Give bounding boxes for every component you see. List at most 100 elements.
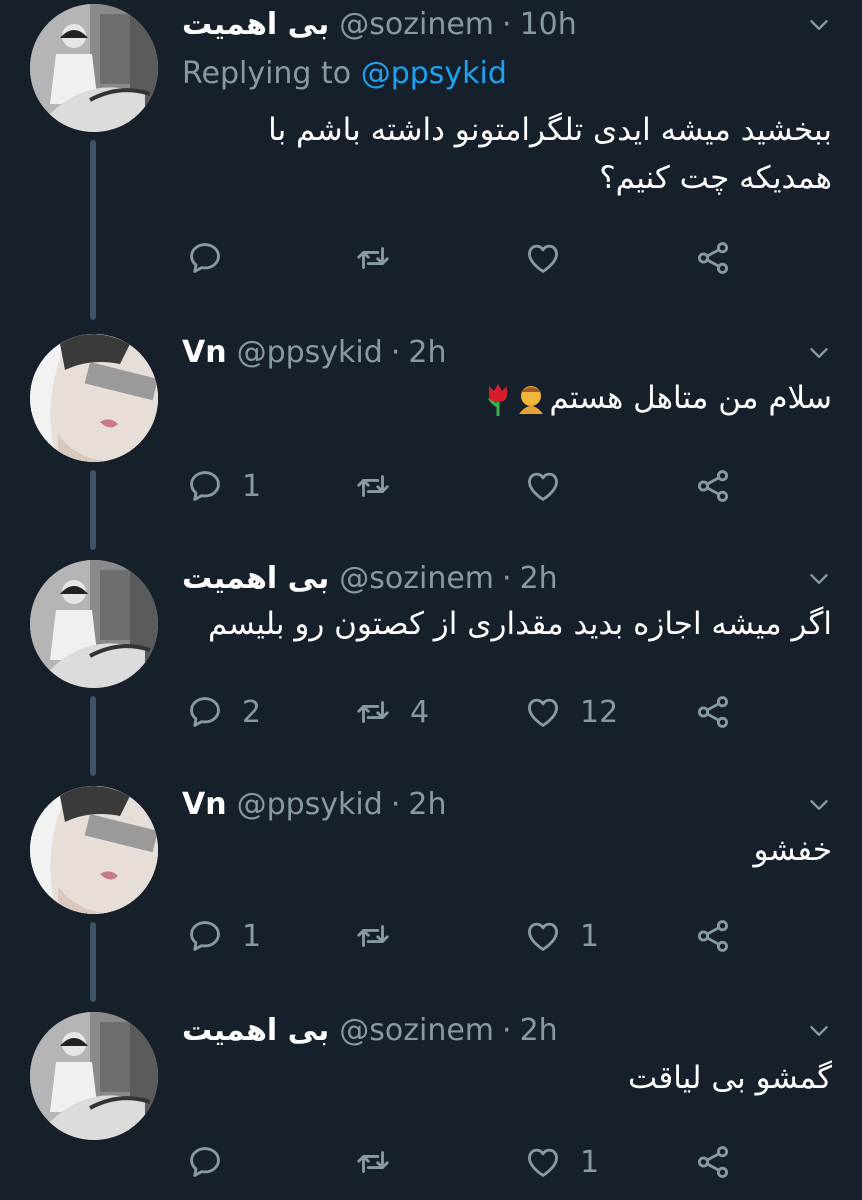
share-icon (694, 467, 732, 505)
retweet-button[interactable] (354, 464, 410, 508)
display-name[interactable]: Vn (182, 335, 227, 370)
separator-dot: · (502, 6, 512, 42)
replying-to-label: Replying to (182, 56, 352, 91)
chevron-down-icon[interactable] (806, 1018, 832, 1044)
timestamp[interactable]: 10h (520, 7, 577, 42)
tweet-header: Vn @ppsykid · 2h (182, 330, 446, 374)
share-button[interactable] (694, 690, 732, 734)
avatar[interactable] (30, 1012, 158, 1140)
user-handle[interactable]: @sozinem (339, 1013, 494, 1048)
tulip-emoji (488, 383, 508, 416)
share-icon (694, 1143, 732, 1181)
user-handle[interactable]: @ppsykid (237, 335, 383, 370)
retweet-icon (354, 917, 392, 955)
chevron-down-icon[interactable] (806, 340, 832, 366)
display-name[interactable]: Vn (182, 787, 227, 822)
reply-icon (186, 467, 224, 505)
display-name[interactable]: بی اهمیت (182, 561, 329, 596)
tweet[interactable]: بی اهمیت @sozinem · 2h اگر میشه اجازه بد… (0, 556, 862, 776)
share-button[interactable] (694, 236, 732, 280)
tweet-actions: 1 1 (186, 914, 746, 958)
thread-connector-line (90, 922, 96, 1002)
chevron-down-icon[interactable] (806, 12, 832, 38)
thread-connector-line (90, 470, 96, 550)
like-button[interactable]: 1 (524, 914, 599, 958)
tweet-header: بی اهمیت @sozinem · 2h (182, 556, 558, 600)
like-icon (524, 467, 562, 505)
reply-icon (186, 1143, 224, 1181)
retweet-button[interactable] (354, 1140, 410, 1184)
like-icon (524, 1143, 562, 1181)
reply-icon (186, 693, 224, 731)
like-icon (524, 239, 562, 277)
retweet-count: 4 (410, 694, 430, 730)
retweet-icon (354, 239, 392, 277)
separator-dot: · (390, 786, 401, 822)
like-button[interactable]: 1 (524, 1140, 599, 1184)
chevron-down-icon[interactable] (806, 792, 832, 818)
avatar[interactable] (30, 334, 158, 462)
user-handle[interactable]: @sozinem (339, 7, 494, 42)
retweet-icon (354, 693, 392, 731)
share-icon (694, 917, 732, 955)
like-icon (524, 917, 562, 955)
reply-count: 1 (242, 468, 262, 504)
tweet-actions: 2 4 12 (186, 690, 746, 734)
display-name[interactable]: بی اهمیت (182, 7, 329, 42)
tweet-actions: 1 (186, 464, 746, 508)
avatar[interactable] (30, 4, 158, 132)
tweet[interactable]: بی اهمیت @sozinem · 2h گمشو بی لیاقت 1 (0, 1008, 862, 1200)
tweet-header: بی اهمیت @sozinem · 10h (182, 2, 577, 46)
thread-connector-line (90, 696, 96, 776)
replying-to-line: Replying to @ppsykid (182, 56, 507, 91)
tweet-text: گمشو بی لیاقت (627, 1060, 832, 1096)
separator-dot: · (502, 560, 512, 596)
reply-button[interactable]: 1 (186, 464, 261, 508)
display-name[interactable]: بی اهمیت (182, 1013, 329, 1048)
tweet-text: سلام من متاهل هستم (549, 380, 832, 416)
share-button[interactable] (694, 464, 732, 508)
share-button[interactable] (694, 1140, 732, 1184)
like-button[interactable] (524, 464, 580, 508)
share-button[interactable] (694, 914, 732, 958)
tweet[interactable]: Vn @ppsykid · 2h سلام من متاهل هستم 1 (0, 330, 862, 550)
like-icon (524, 693, 562, 731)
reply-icon (186, 917, 224, 955)
tweet-actions (186, 236, 746, 280)
separator-dot: · (502, 1012, 512, 1048)
timestamp[interactable]: 2h (408, 335, 446, 370)
reply-button[interactable] (186, 236, 242, 280)
share-icon (694, 239, 732, 277)
like-button[interactable] (524, 236, 580, 280)
user-handle[interactable]: @ppsykid (237, 787, 383, 822)
timestamp[interactable]: 2h (520, 1013, 558, 1048)
avatar[interactable] (30, 786, 158, 914)
like-count: 1 (580, 918, 600, 954)
replying-to-mention[interactable]: @ppsykid (361, 56, 507, 91)
reply-button[interactable]: 2 (186, 690, 261, 734)
user-handle[interactable]: @sozinem (339, 561, 494, 596)
tweet[interactable]: Vn @ppsykid · 2h خفشو 1 1 (0, 782, 862, 1002)
retweet-button[interactable]: 4 (354, 690, 429, 734)
tweet-text: اگر میشه اجازه بدید مقداری از کصتون رو ب… (207, 606, 832, 642)
reply-button[interactable]: 1 (186, 914, 261, 958)
person-bowing-emoji (519, 385, 544, 414)
timestamp[interactable]: 2h (408, 787, 446, 822)
separator-dot: · (390, 334, 401, 370)
avatar[interactable] (30, 560, 158, 688)
reply-button[interactable] (186, 1140, 242, 1184)
retweet-button[interactable] (354, 914, 410, 958)
timestamp[interactable]: 2h (520, 561, 558, 596)
tweet[interactable]: بی اهمیت @sozinem · 10h Replying to @pps… (0, 0, 862, 320)
retweet-icon (354, 1143, 392, 1181)
like-button[interactable]: 12 (524, 690, 618, 734)
reply-icon (186, 239, 224, 277)
like-count: 12 (580, 694, 619, 730)
chevron-down-icon[interactable] (806, 566, 832, 592)
tweet-text: خفشو (753, 832, 832, 868)
like-count: 1 (580, 1144, 600, 1180)
retweet-button[interactable] (354, 236, 410, 280)
tweet-text-row: سلام من متاهل هستم (192, 374, 832, 422)
reply-count: 1 (242, 918, 262, 954)
tweet-header: بی اهمیت @sozinem · 2h (182, 1008, 558, 1052)
